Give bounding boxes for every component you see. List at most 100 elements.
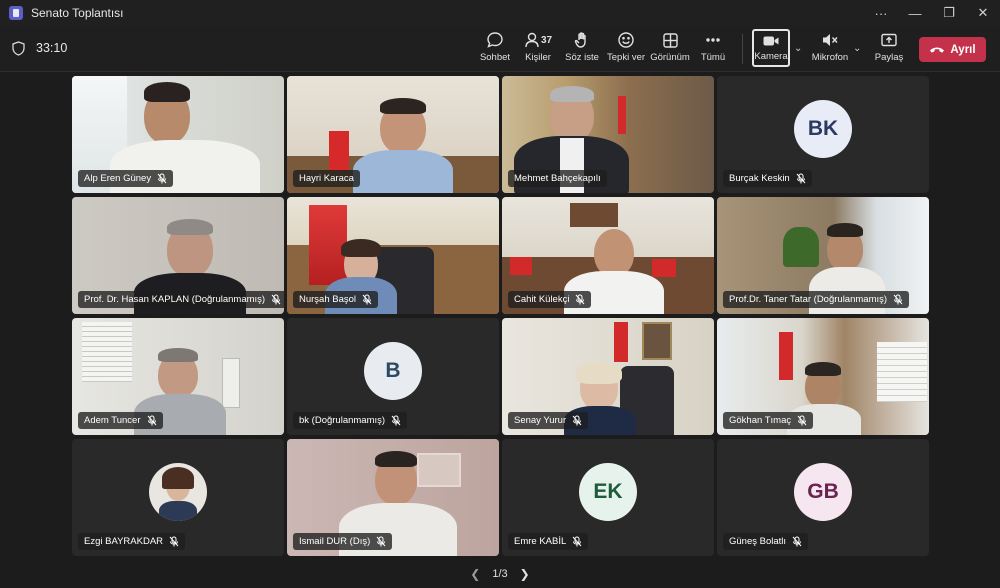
participant-name-tag: Mehmet Bahçekapılı: [508, 170, 607, 187]
emoji-icon: [618, 32, 634, 48]
participant-tile-active-speaker[interactable]: Hayri Karaca: [287, 76, 499, 193]
participant-name: Emre KABİL: [514, 536, 567, 547]
mic-off-icon: [572, 536, 582, 547]
camera-options-chevron-icon[interactable]: ⌄: [794, 43, 802, 54]
previous-page-chevron-icon[interactable]: ❮: [470, 567, 480, 581]
more-options-button[interactable]: ···: [864, 0, 898, 26]
participant-photo-avatar: [149, 462, 207, 521]
participant-name: bk (Doğrulanmamış): [299, 415, 386, 426]
chat-button[interactable]: Sohbet: [480, 30, 510, 68]
chat-icon: [487, 32, 503, 48]
pagination: ❮ 1/3 ❯: [0, 564, 1000, 584]
mic-off-icon: [362, 294, 372, 305]
participant-tile[interactable]: GB Güneş Bolatlı: [717, 439, 929, 556]
leave-label: Ayrıl: [950, 43, 976, 56]
view-button[interactable]: Görünüm: [650, 30, 690, 68]
next-page-chevron-icon[interactable]: ❯: [520, 567, 530, 581]
participant-tile[interactable]: Prof.Dr. Taner Tatar (Doğrulanmamış): [717, 197, 929, 314]
chat-label: Sohbet: [479, 52, 511, 63]
raise-hand-button[interactable]: Söz iste: [565, 30, 599, 68]
participant-name: Senay Yurur: [514, 415, 567, 426]
camera-label: Kamera: [754, 51, 788, 62]
teams-app-icon: [9, 6, 23, 20]
page-indicator: 1/3: [492, 568, 508, 580]
participant-name-tag: Ismail DUR (Dış): [293, 533, 393, 550]
mic-options-chevron-icon[interactable]: ⌄: [853, 43, 861, 54]
participant-name: Nurşah Başol: [299, 294, 357, 305]
participant-name-tag: Cahit Külekçi: [508, 291, 592, 308]
title-bar: Senato Toplantısı ··· — ❐ ✕: [0, 0, 1000, 26]
mic-off-icon: [376, 536, 386, 547]
close-button[interactable]: ✕: [966, 0, 1000, 26]
participant-name-tag: Emre KABİL: [508, 533, 589, 550]
react-button[interactable]: Tepki ver: [607, 30, 646, 68]
share-label: Paylaş: [874, 52, 904, 63]
participant-tile[interactable]: Mehmet Bahçekapılı: [502, 76, 714, 193]
leave-button[interactable]: Ayrıl: [919, 37, 986, 62]
participant-tile[interactable]: Alp Eren Güney: [72, 76, 284, 193]
participant-name: Adem Tuncer: [84, 415, 141, 426]
more-actions-label: Tümü: [700, 52, 726, 63]
participant-name-tag: Ezgi BAYRAKDAR: [78, 533, 186, 550]
participant-name-tag: Adem Tuncer: [78, 412, 163, 429]
participant-name: Burçak Keskin: [729, 173, 790, 184]
share-button[interactable]: Paylaş: [874, 30, 904, 68]
speaker-muted-icon: [823, 34, 838, 46]
react-label: Tepki ver: [607, 52, 646, 63]
view-label: Görünüm: [650, 52, 690, 63]
mic-off-icon: [271, 294, 281, 305]
camera-button[interactable]: Kamera: [752, 29, 790, 67]
participant-tile[interactable]: Nurşah Başol: [287, 197, 499, 314]
minimize-button[interactable]: —: [898, 0, 932, 26]
mic-off-icon: [147, 415, 156, 426]
participant-name-tag: Gökhan Tımaç: [723, 412, 814, 429]
video-camera-icon: [763, 36, 779, 46]
participant-name-tag: Senay Yurur: [508, 412, 589, 429]
people-label: Kişiler: [525, 52, 551, 63]
people-button[interactable]: 37 Kişiler: [521, 30, 555, 68]
participant-tile[interactable]: Prof. Dr. Hasan KAPLAN (Doğrulanmamış): [72, 197, 284, 314]
participant-tile[interactable]: Ismail DUR (Dış): [287, 439, 499, 556]
participant-tile[interactable]: EK Emre KABİL: [502, 439, 714, 556]
people-icon: [525, 32, 539, 48]
maximize-button[interactable]: ❐: [932, 0, 966, 26]
participant-avatar: EK: [579, 462, 637, 521]
participant-name-tag: Alp Eren Güney: [78, 170, 174, 187]
shield-icon: [12, 41, 25, 56]
participant-name-tag: Güneş Bolatlı: [723, 533, 809, 550]
mic-off-icon: [797, 415, 807, 426]
participant-name: Güneş Bolatlı: [729, 536, 787, 547]
participant-name-tag: bk (Doğrulanmamış): [293, 412, 408, 429]
grid-view-icon: [662, 32, 678, 48]
participant-name: Gökhan Tımaç: [729, 415, 792, 426]
window-title: Senato Toplantısı: [31, 6, 124, 20]
participant-tile[interactable]: BK Burçak Keskin: [717, 76, 929, 193]
more-dots-icon: [706, 38, 720, 42]
meeting-timer: 33:10: [36, 41, 68, 55]
people-count: 37: [540, 34, 553, 46]
participant-tile[interactable]: B bk (Doğrulanmamış): [287, 318, 499, 435]
mic-button[interactable]: Mikrofon: [812, 30, 848, 68]
participant-tile[interactable]: Gökhan Tımaç: [717, 318, 929, 435]
participant-tile[interactable]: Ezgi BAYRAKDAR: [72, 439, 284, 556]
participant-name: Prof. Dr. Hasan KAPLAN (Doğrulanmamış): [84, 294, 266, 305]
participant-name: Mehmet Bahçekapılı: [514, 173, 601, 184]
mic-label: Mikrofon: [811, 52, 849, 63]
participant-name-tag: Prof.Dr. Taner Tatar (Doğrulanmamış): [723, 291, 910, 308]
participant-tile[interactable]: Adem Tuncer: [72, 318, 284, 435]
participant-tile[interactable]: Senay Yurur: [502, 318, 714, 435]
meeting-toolbar: 33:10 Sohbet 37 Kişiler Söz iste Tepki v…: [0, 26, 1000, 72]
more-actions-button[interactable]: Tümü: [700, 30, 726, 68]
mic-off-icon: [572, 415, 582, 426]
participant-name: Alp Eren Güney: [84, 173, 152, 184]
participant-name: Prof.Dr. Taner Tatar (Doğrulanmamış): [729, 294, 888, 305]
participant-name-tag: Nurşah Başol: [293, 291, 379, 308]
participant-avatar: GB: [794, 462, 852, 521]
share-screen-icon: [881, 33, 897, 47]
participant-tile[interactable]: Cahit Külekçi: [502, 197, 714, 314]
hang-up-icon: [930, 47, 945, 53]
participant-name-tag: Burçak Keskin: [723, 170, 812, 187]
mic-off-icon: [576, 294, 585, 305]
raise-hand-label: Söz iste: [565, 52, 599, 63]
toolbar-divider: [742, 34, 743, 64]
